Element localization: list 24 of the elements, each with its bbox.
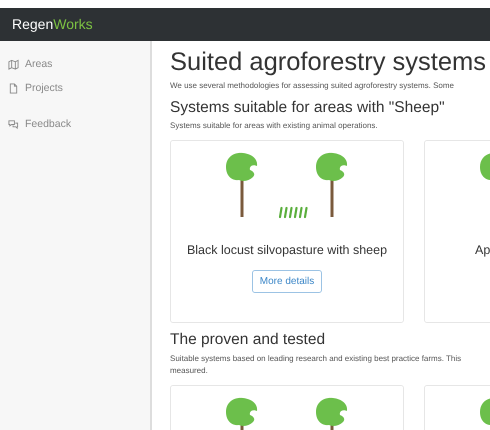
sidebar-item[interactable]: Areas bbox=[8, 53, 142, 77]
tree-icon bbox=[226, 398, 258, 430]
more-details-button[interactable]: More details bbox=[252, 270, 322, 293]
tree-icon bbox=[226, 153, 258, 218]
tree-icon bbox=[480, 153, 490, 182]
section-description: Suitable systems based on leading research and existing best practice farms. This bbox=[170, 352, 462, 365]
section-heading: The proven and tested bbox=[170, 331, 326, 350]
tree-icon bbox=[316, 398, 348, 430]
tree-icon bbox=[316, 153, 348, 218]
section-description: Systems suitable for areas with existing animal operations. bbox=[170, 120, 379, 132]
chat-icon bbox=[8, 118, 19, 130]
sidebar-item[interactable]: Projects bbox=[8, 76, 142, 100]
section-heading: Systems suitable for areas with "Sheep" bbox=[170, 98, 446, 118]
intro-text: We use several methodologies for assessing suited agroforestry systems. Some bbox=[170, 80, 455, 92]
section-description: measured. bbox=[170, 364, 209, 377]
card-title: Black locust silvopasture with sheep bbox=[186, 242, 388, 260]
brand-logo[interactable]: RegenWorks bbox=[12, 14, 93, 35]
document-icon bbox=[8, 83, 19, 94]
map-icon bbox=[8, 59, 19, 70]
card-title: Ap bbox=[474, 242, 490, 260]
tree-icon bbox=[480, 398, 490, 426]
grass-icon bbox=[278, 207, 308, 218]
sidebar-item[interactable]: Feedback bbox=[8, 112, 142, 136]
page-title: Suited agroforestry systems bbox=[170, 47, 488, 78]
